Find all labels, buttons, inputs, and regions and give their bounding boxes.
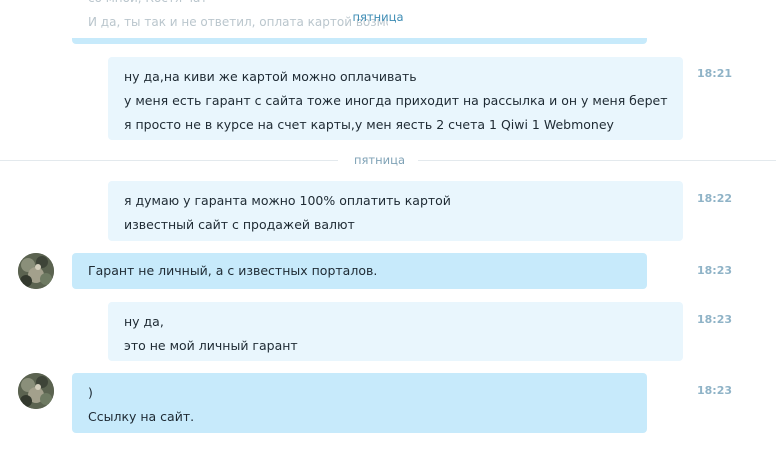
avatar-image — [18, 253, 54, 289]
message-timestamp: 18:23 — [696, 313, 732, 326]
chat-history: со мной, Костя чат И да, ты так и не отв… — [0, 0, 776, 457]
message-timestamp: 18:21 — [696, 67, 732, 80]
message-text: я думаю у гаранта можно 100% оплатить ка… — [124, 193, 451, 208]
contact-avatar[interactable] — [18, 253, 54, 289]
message-text: ) — [88, 385, 93, 400]
message-text: Гарант не личный, а с известных порталов… — [88, 263, 378, 278]
message-timestamp: 18:22 — [696, 192, 732, 205]
message-text: Ссылку на сайт. — [88, 409, 195, 424]
message-text: это не мой личный гарант — [124, 338, 298, 353]
message-timestamp: 18:23 — [696, 264, 732, 277]
sticky-day-header: пятница — [352, 10, 404, 24]
message-bubble-incoming[interactable]: Гарант не личный, а с известных порталов… — [72, 253, 647, 289]
message-text: известный сайт с продажей валют — [124, 217, 355, 232]
contact-avatar[interactable] — [18, 373, 54, 409]
message-text: у меня есть гарант с сайта тоже иногда п… — [124, 93, 668, 108]
message-text: я просто не в курсе на счет карты,у мен … — [124, 117, 614, 132]
message-bubble-incoming[interactable]: ) Ссылку на сайт. — [72, 373, 647, 433]
message-timestamp: 18:23 — [696, 384, 732, 397]
message-text: ну да,на киви же картой можно оплачивать — [124, 69, 417, 84]
day-divider-label: пятница — [338, 153, 418, 167]
faded-message-line: со мной, Костя чат — [88, 0, 207, 10]
avatar-image — [18, 373, 54, 409]
message-text: ну да, — [124, 314, 164, 329]
message-bubble-outgoing[interactable]: ну да, это не мой личный гарант — [108, 302, 683, 361]
message-bubble-outgoing[interactable]: я думаю у гаранта можно 100% оплатить ка… — [108, 181, 683, 241]
message-bubble-outgoing[interactable]: ну да,на киви же картой можно оплачивать… — [108, 57, 683, 140]
